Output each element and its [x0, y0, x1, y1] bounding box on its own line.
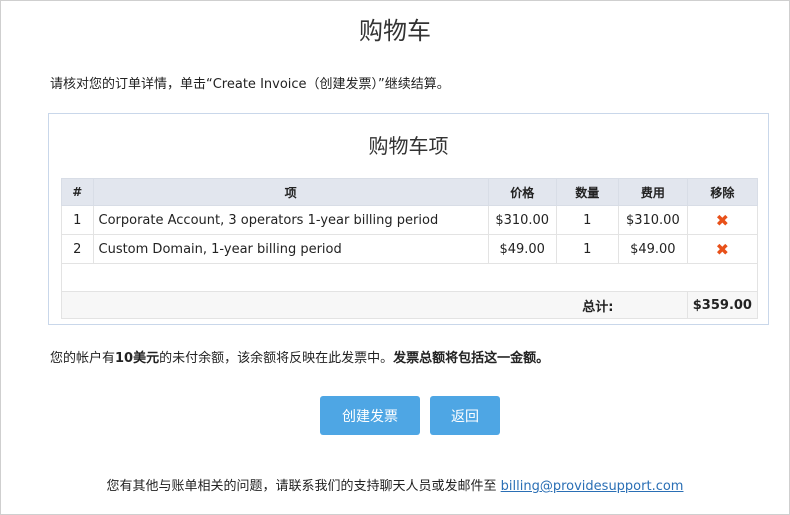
cart-table: # 项 价格 数量 费用 移除 1 Corporate Account, 3 o… [61, 178, 759, 319]
row-item: Corporate Account, 3 operators 1-year bi… [92, 205, 489, 235]
empty-row [61, 263, 758, 292]
row-cost: $310.00 [617, 205, 688, 235]
cart-title: 购物车项 [368, 134, 449, 158]
col-header-price: 价格 [487, 178, 557, 206]
total-label: 总计: [61, 291, 619, 319]
row-qty: 1 [555, 205, 619, 235]
col-header-qty: 数量 [555, 178, 619, 206]
row-price: $310.00 [487, 205, 557, 235]
row-num: 2 [61, 234, 94, 264]
col-header-num: # [61, 178, 94, 206]
row-item: Custom Domain, 1-year billing period [92, 234, 489, 264]
remove-icon[interactable]: ✖ [716, 211, 729, 230]
footer-note: 您有其他与账单相关的问题，请联系我们的支持聊天人员或发邮件至 billing@p… [1, 475, 789, 494]
back-button[interactable]: 返回 [430, 396, 500, 435]
balance-emphasis: 发票总额将包括这一金额。 [393, 351, 550, 366]
footer-text: 您有其他与账单相关的问题，请联系我们的支持聊天人员或发邮件至 [106, 479, 501, 494]
page-frame: 购物车 请核对您的订单详情，单击“Create Invoice（创建发票）”继续… [0, 0, 790, 515]
remove-cell: ✖ [686, 234, 759, 264]
table-row: 2 Custom Domain, 1-year billing period $… [61, 234, 759, 264]
balance-amount: 10美元 [115, 351, 160, 366]
intro-text: 请核对您的订单详情，单击“Create Invoice（创建发票）”继续结算。 [50, 77, 450, 92]
col-header-item: 项 [92, 178, 489, 206]
total-value: $359.00 [686, 291, 759, 319]
row-price: $49.00 [487, 234, 557, 264]
col-header-remove: 移除 [686, 178, 759, 206]
page-title: 购物车 [359, 17, 431, 45]
balance-note: 您的帐户有10美元的未付余额，该余额将反映在此发票中。发票总额将包括这一金额。 [50, 347, 549, 366]
col-header-cost: 费用 [617, 178, 688, 206]
create-invoice-button[interactable]: 创建发票 [320, 396, 420, 435]
row-cost: $49.00 [617, 234, 688, 264]
remove-cell: ✖ [686, 205, 759, 235]
balance-middle: 的未付余额，该余额将反映在此发票中。 [159, 351, 394, 366]
billing-email-link[interactable]: billing@providesupport.com [501, 479, 684, 494]
row-num: 1 [61, 205, 94, 235]
table-row: 1 Corporate Account, 3 operators 1-year … [61, 205, 759, 235]
balance-prefix: 您的帐户有 [50, 351, 116, 366]
cart-header-row: # 项 价格 数量 费用 移除 [61, 178, 759, 206]
remove-icon[interactable]: ✖ [716, 240, 729, 259]
row-qty: 1 [555, 234, 619, 264]
cart-panel: 购物车项 # 项 价格 数量 费用 移除 1 Corporate Account… [48, 113, 769, 325]
total-row: 总计: $359.00 [61, 291, 759, 319]
